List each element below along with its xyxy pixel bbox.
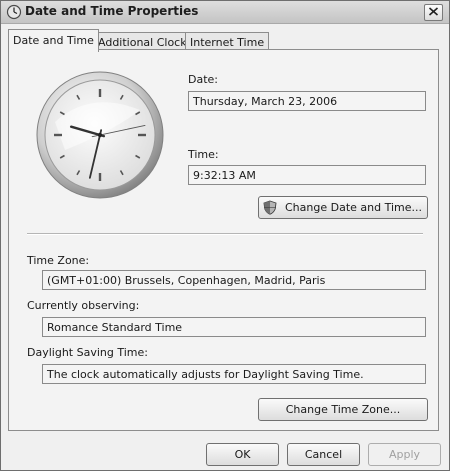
daylight-saving-field: The clock automatically adjusts for Dayl… [42, 364, 426, 384]
ok-button[interactable]: OK [206, 443, 279, 466]
date-label: Date: [188, 73, 218, 86]
date-time-icon [6, 4, 22, 20]
apply-button[interactable]: Apply [368, 443, 441, 466]
currently-observing-label: Currently observing: [27, 299, 140, 312]
shield-icon [263, 200, 277, 215]
time-field: 9:32:13 AM [188, 165, 426, 185]
tab-date-and-time[interactable]: Date and Time [8, 29, 99, 52]
tab-panel: Date: Thursday, March 23, 2006 Time: 9:3… [8, 49, 439, 431]
time-zone-field: (GMT+01:00) Brussels, Copenhagen, Madrid… [42, 270, 426, 290]
close-button[interactable] [424, 4, 443, 21]
analog-clock [36, 71, 164, 199]
date-time-properties-dialog: Date and Time Properties Date and Time A… [0, 0, 450, 471]
date-field: Thursday, March 23, 2006 [188, 91, 426, 111]
separator [27, 233, 423, 235]
time-zone-label: Time Zone: [27, 254, 90, 267]
currently-observing-field: Romance Standard Time [42, 317, 426, 337]
change-date-and-time-label: Change Date and Time... [285, 201, 423, 214]
daylight-saving-label: Daylight Saving Time: [27, 346, 148, 359]
cancel-button[interactable]: Cancel [287, 443, 360, 466]
window-title: Date and Time Properties [25, 4, 199, 18]
title-bar[interactable]: Date and Time Properties [1, 1, 449, 24]
time-label: Time: [188, 148, 219, 161]
change-date-and-time-button[interactable]: Change Date and Time... [258, 196, 428, 219]
change-time-zone-button[interactable]: Change Time Zone... [258, 398, 428, 421]
close-icon [428, 7, 439, 16]
